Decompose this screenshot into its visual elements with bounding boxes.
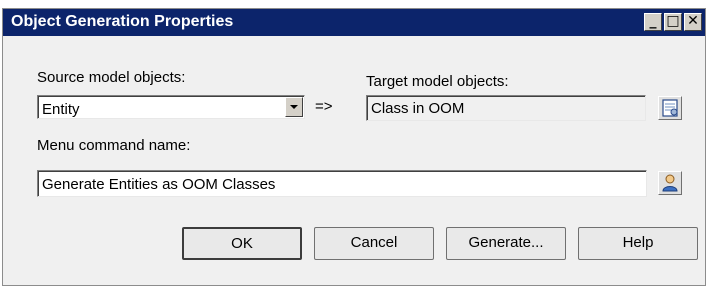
source-dropdown-button[interactable] bbox=[285, 97, 303, 117]
minimize-button[interactable]: _ bbox=[644, 13, 662, 31]
close-icon: ✕ bbox=[687, 13, 699, 29]
menu-command-value: Generate Entities as OOM Classes bbox=[42, 176, 276, 193]
source-model-dropdown[interactable]: Entity bbox=[37, 95, 305, 119]
target-model-field: Class in OOM bbox=[366, 95, 646, 121]
dialog-window: Object Generation Properties _ □ ✕ Sourc… bbox=[2, 8, 706, 286]
generate-button[interactable]: Generate... bbox=[446, 227, 566, 260]
select-user-button[interactable] bbox=[658, 171, 682, 195]
source-model-value: Entity bbox=[42, 101, 80, 118]
help-button[interactable]: Help bbox=[578, 227, 698, 260]
source-model-label: Source model objects: bbox=[37, 69, 186, 86]
user-icon bbox=[662, 174, 678, 192]
title-bar[interactable]: Object Generation Properties _ □ ✕ bbox=[3, 9, 705, 36]
chevron-down-icon bbox=[290, 105, 298, 109]
cancel-button[interactable]: Cancel bbox=[314, 227, 434, 260]
menu-command-input[interactable]: Generate Entities as OOM Classes bbox=[37, 170, 647, 197]
maximize-icon: □ bbox=[666, 13, 680, 29]
target-model-label: Target model objects: bbox=[366, 73, 509, 90]
menu-command-label: Menu command name: bbox=[37, 137, 191, 154]
ok-button[interactable]: OK bbox=[182, 227, 302, 260]
properties-icon bbox=[662, 99, 678, 117]
select-target-button[interactable] bbox=[658, 96, 682, 120]
maximize-button[interactable]: □ bbox=[664, 13, 682, 31]
arrow-text: => bbox=[315, 98, 333, 115]
minimize-icon: _ bbox=[649, 13, 657, 29]
target-model-value: Class in OOM bbox=[371, 100, 465, 117]
close-button[interactable]: ✕ bbox=[684, 13, 702, 31]
window-title: Object Generation Properties bbox=[11, 13, 234, 30]
